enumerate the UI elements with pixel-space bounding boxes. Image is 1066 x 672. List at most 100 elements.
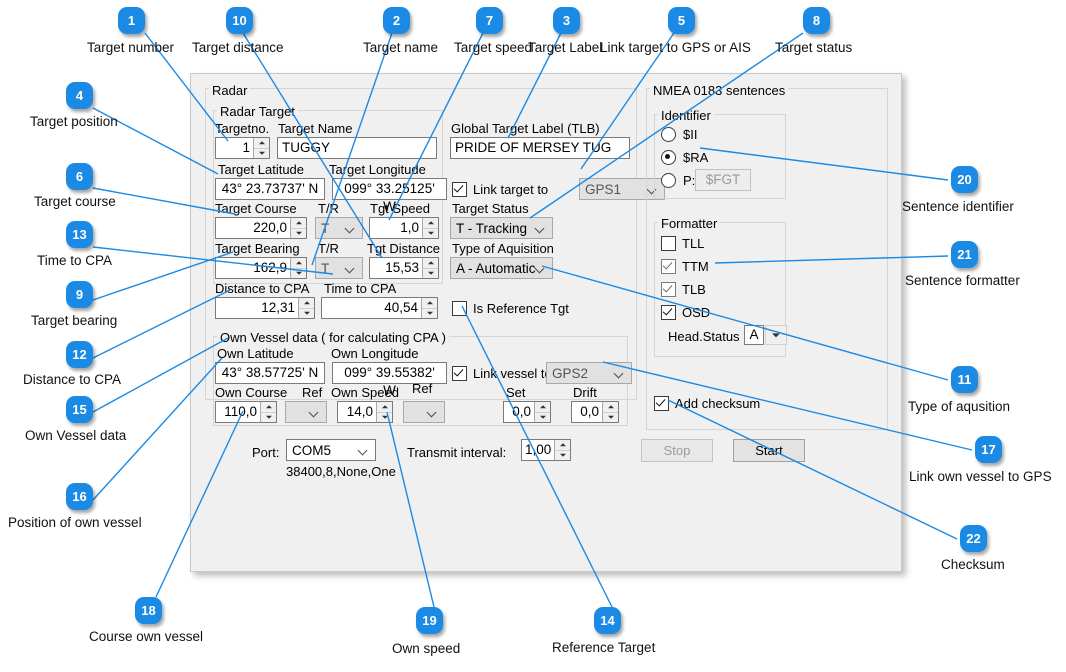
tgt-speed-spin-down[interactable] — [423, 229, 438, 239]
tgt-speed-spin-buttons[interactable] — [422, 218, 438, 238]
target-bearing-value[interactable]: 162,9 — [216, 258, 290, 278]
target-course-spin-down[interactable] — [291, 229, 306, 239]
target-course-spin-buttons[interactable] — [290, 218, 306, 238]
tr-combo-1[interactable]: T — [315, 217, 363, 239]
drift-spin-up[interactable] — [603, 402, 618, 413]
target-course-spin-up[interactable] — [291, 218, 306, 229]
ref-combo-1[interactable] — [285, 401, 327, 423]
link-vessel-combo[interactable]: GPS2 — [546, 362, 632, 384]
target-course-stepper[interactable]: 220,0 — [215, 217, 307, 239]
own-latitude-input[interactable]: 43° 38.57725' N — [215, 362, 325, 384]
radio-icon[interactable] — [661, 127, 676, 142]
target-bearing-spin-up[interactable] — [291, 258, 306, 269]
own-speed-spin-up[interactable] — [377, 402, 392, 413]
own-speed-spin-buttons[interactable] — [376, 402, 392, 422]
identifier-radio-ra[interactable]: $RA — [661, 148, 708, 166]
link-vessel-checkbox[interactable] — [452, 366, 467, 381]
distance-to-cpa-value[interactable]: 12,31 — [216, 298, 298, 318]
distance-to-cpa-spin-buttons[interactable] — [298, 298, 314, 318]
own-speed-stepper[interactable]: 14,0 — [337, 401, 393, 423]
target-no-stepper[interactable]: 1 — [215, 137, 270, 159]
transmit-interval-stepper[interactable]: 1,00 — [521, 439, 571, 461]
set-value[interactable]: 0,0 — [504, 402, 534, 422]
target-no-spin-down[interactable] — [254, 149, 269, 159]
transmit-interval-spin-up[interactable] — [555, 440, 570, 451]
type-of-aquisition-combo[interactable]: A - Automatic — [450, 257, 553, 279]
time-to-cpa-stepper[interactable]: 40,54 — [321, 297, 438, 319]
set-spin-up[interactable] — [535, 402, 550, 413]
formatter-checkbox-ttm[interactable]: TTM — [661, 257, 709, 275]
set-spin-buttons[interactable] — [534, 402, 550, 422]
target-bearing-stepper[interactable]: 162,9 — [215, 257, 307, 279]
link-target-checkbox-row[interactable]: Link target to — [452, 178, 548, 200]
drift-value[interactable]: 0,0 — [572, 402, 602, 422]
add-checksum-checkbox[interactable] — [654, 396, 669, 411]
formatter-checkbox[interactable] — [661, 305, 676, 320]
add-checksum-row[interactable]: Add checksum — [654, 394, 760, 412]
set-spin-down[interactable] — [535, 413, 550, 423]
target-no-value[interactable]: 1 — [216, 138, 253, 158]
radio-icon[interactable] — [661, 150, 676, 165]
formatter-checkbox-tll[interactable]: TLL — [661, 234, 704, 252]
stop-button[interactable]: Stop — [641, 439, 713, 462]
target-no-spin-buttons[interactable] — [253, 138, 269, 158]
transmit-interval-spin-buttons[interactable] — [554, 440, 570, 460]
target-name-input[interactable]: TUGGY — [277, 137, 437, 159]
time-to-cpa-spin-buttons[interactable] — [421, 298, 437, 318]
target-latitude-input[interactable]: 43° 23.73737' N — [215, 178, 325, 200]
own-speed-value[interactable]: 14,0 — [338, 402, 376, 422]
formatter-checkbox-tlb[interactable]: TLB — [661, 280, 706, 298]
tgt-speed-stepper[interactable]: 1,0 — [369, 217, 439, 239]
own-course-stepper[interactable]: 110,0 — [215, 401, 277, 423]
transmit-interval-spin-down[interactable] — [555, 451, 570, 461]
time-to-cpa-spin-down[interactable] — [422, 309, 437, 319]
own-course-spin-buttons[interactable] — [260, 402, 276, 422]
distance-to-cpa-spin-down[interactable] — [299, 309, 314, 319]
port-combo[interactable]: COM5 — [286, 439, 376, 461]
identifier-radio-p[interactable]: P: — [661, 171, 695, 189]
head-status-dropdown-button[interactable] — [765, 325, 787, 345]
own-course-spin-down[interactable] — [261, 413, 276, 423]
time-to-cpa-spin-up[interactable] — [422, 298, 437, 309]
set-stepper[interactable]: 0,0 — [503, 401, 551, 423]
target-bearing-spin-buttons[interactable] — [290, 258, 306, 278]
global-target-label-input[interactable]: PRIDE OF MERSEY TUG — [450, 137, 630, 159]
target-longitude-input[interactable]: 099° 33.25125' W — [332, 178, 447, 200]
identifier-p-input[interactable]: $FGT — [695, 169, 751, 191]
formatter-checkbox[interactable] — [661, 236, 676, 251]
tr-combo-2[interactable]: T — [315, 257, 363, 279]
tgt-distance-spin-up[interactable] — [423, 258, 438, 269]
drift-spin-down[interactable] — [603, 413, 618, 423]
start-button[interactable]: Start — [733, 439, 805, 462]
tgt-speed-value[interactable]: 1,0 — [370, 218, 422, 238]
head-status-value[interactable]: A — [744, 325, 764, 345]
tgt-distance-spin-down[interactable] — [423, 269, 438, 279]
own-speed-spin-down[interactable] — [377, 413, 392, 423]
identifier-radio-ii[interactable]: $II — [661, 125, 697, 143]
target-bearing-spin-down[interactable] — [291, 269, 306, 279]
tgt-distance-stepper[interactable]: 15,53 — [369, 257, 439, 279]
formatter-checkbox[interactable] — [661, 282, 676, 297]
radio-icon[interactable] — [661, 173, 676, 188]
own-course-value[interactable]: 110,0 — [216, 402, 260, 422]
transmit-interval-value[interactable]: 1,00 — [522, 440, 554, 460]
ref-combo-2[interactable] — [403, 401, 445, 423]
formatter-checkbox[interactable] — [661, 259, 676, 274]
is-reference-tgt-row[interactable]: Is Reference Tgt — [452, 297, 569, 319]
drift-spin-buttons[interactable] — [602, 402, 618, 422]
formatter-checkbox-osd[interactable]: OSD — [661, 303, 710, 321]
target-status-combo[interactable]: T - Tracking — [450, 217, 553, 239]
is-reference-tgt-checkbox[interactable] — [452, 301, 467, 316]
distance-to-cpa-stepper[interactable]: 12,31 — [215, 297, 315, 319]
time-to-cpa-value[interactable]: 40,54 — [322, 298, 421, 318]
target-no-spin-up[interactable] — [254, 138, 269, 149]
distance-to-cpa-spin-up[interactable] — [299, 298, 314, 309]
link-target-checkbox[interactable] — [452, 182, 467, 197]
target-course-value[interactable]: 220,0 — [216, 218, 290, 238]
tgt-speed-spin-up[interactable] — [423, 218, 438, 229]
own-course-spin-up[interactable] — [261, 402, 276, 413]
drift-stepper[interactable]: 0,0 — [571, 401, 619, 423]
tgt-distance-spin-buttons[interactable] — [422, 258, 438, 278]
link-vessel-checkbox-row[interactable]: Link vessel to — [452, 362, 552, 384]
tgt-distance-value[interactable]: 15,53 — [370, 258, 422, 278]
